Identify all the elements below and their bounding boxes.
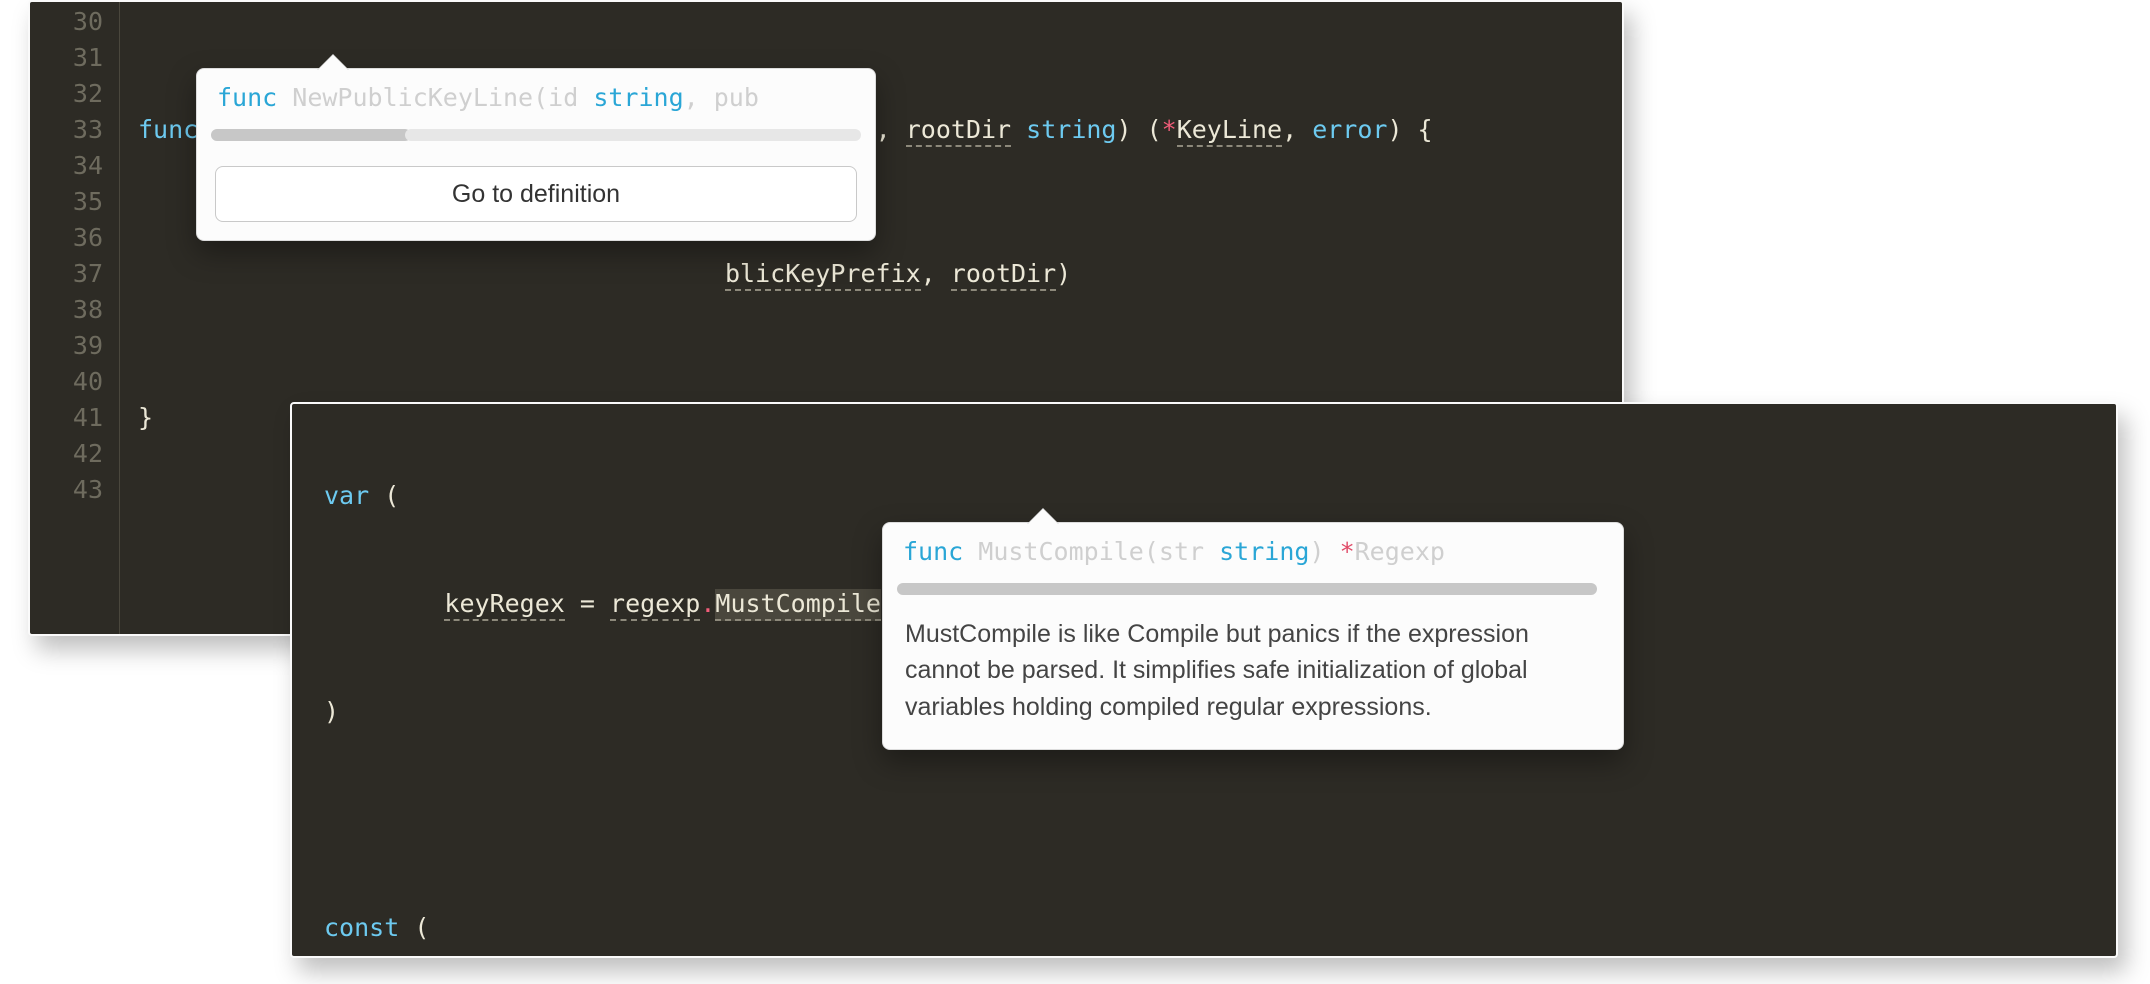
paren-close: ) (1056, 259, 1071, 288)
signature-dim: Regexp (1355, 537, 1445, 566)
line-number: 43 (30, 472, 103, 508)
tooltip-arrow-icon (317, 55, 349, 71)
line-number: 31 (30, 40, 103, 76)
symbol-regexp: regexp (610, 589, 700, 621)
comma: , (1282, 115, 1297, 144)
star-icon: * (1340, 537, 1355, 566)
star-icon: * (1162, 115, 1177, 144)
type-KeyLine: KeyLine (1177, 115, 1282, 147)
symbol-rootDir: rootDir (951, 259, 1056, 291)
line-number: 35 (30, 184, 103, 220)
type-string: string (1219, 537, 1309, 566)
keyword-const: const (324, 913, 399, 942)
param-rootDir: rootDir (906, 115, 1011, 147)
line-number: 38 (30, 292, 103, 328)
punct: ) ( (1116, 115, 1161, 144)
comma: , (876, 115, 891, 144)
line-number-gutter: 30 31 32 33 34 35 36 37 38 39 40 41 42 4… (30, 2, 120, 634)
line-number: 36 (30, 220, 103, 256)
paren-close: ) (324, 697, 339, 726)
keyword-func: func (903, 537, 963, 566)
brace-close: } (138, 403, 153, 432)
tooltip-signature: func NewPublicKeyLine(id string, pub (197, 69, 875, 122)
line-number: 41 (30, 400, 103, 436)
line-number: 37 (30, 256, 103, 292)
line-number: 30 (30, 4, 103, 40)
tooltip-divider (897, 576, 1609, 602)
type-string: string (1026, 115, 1116, 144)
type-string: string (593, 83, 683, 112)
scrollbar-thumb[interactable] (211, 129, 411, 141)
code-line[interactable] (324, 802, 2116, 838)
keyword-func: func (217, 83, 277, 112)
hover-tooltip[interactable]: func MustCompile(str string) *Regexp Mus… (882, 522, 1624, 750)
go-to-definition-button[interactable]: Go to definition (215, 166, 857, 222)
hover-tooltip[interactable]: func NewPublicKeyLine(id string, pub Go … (196, 68, 876, 241)
keyword-func: func (138, 115, 198, 144)
paren-open: ( (414, 913, 429, 942)
tooltip-arrow-icon (1027, 509, 1059, 525)
comma: , (921, 259, 936, 288)
signature-dim: NewPublicKeyLine(id (292, 83, 578, 112)
code-line[interactable]: const ( (324, 910, 2116, 946)
line-number: 39 (30, 328, 103, 364)
signature-dim: MustCompile(str (978, 537, 1204, 566)
punct: ) { (1387, 115, 1432, 144)
code-line[interactable]: blicKeyPrefix, rootDir) (138, 256, 1622, 292)
keyword-var: var (324, 481, 369, 510)
code-line[interactable]: var ( (324, 478, 2116, 514)
symbol-MustCompile[interactable]: MustCompile (715, 589, 881, 621)
line-number: 40 (30, 364, 103, 400)
line-number: 34 (30, 148, 103, 184)
tooltip-documentation: MustCompile is like Compile but panics i… (883, 602, 1623, 749)
scrollbar-track (405, 129, 861, 141)
equals: = (580, 589, 595, 618)
signature-dim: ) (1309, 537, 1324, 566)
signature-dim: , pub (684, 83, 759, 112)
code-editor-pane-2: var ( keyRegex = regexp.MustCompile(`\A[… (290, 402, 2118, 958)
symbol-PublicKeyPrefix: blicKeyPrefix (725, 259, 921, 291)
type-error: error (1312, 115, 1387, 144)
paren-open: ( (384, 481, 399, 510)
line-number: 33 (30, 112, 103, 148)
tooltip-signature: func MustCompile(str string) *Regexp (883, 523, 1623, 576)
line-number: 42 (30, 436, 103, 472)
line-number: 32 (30, 76, 103, 112)
tooltip-actions: Go to definition (197, 148, 875, 240)
divider-bar (897, 583, 1597, 595)
symbol-keyRegex: keyRegex (444, 589, 564, 621)
tooltip-scrollbar[interactable] (211, 122, 861, 148)
dot: . (700, 589, 715, 618)
